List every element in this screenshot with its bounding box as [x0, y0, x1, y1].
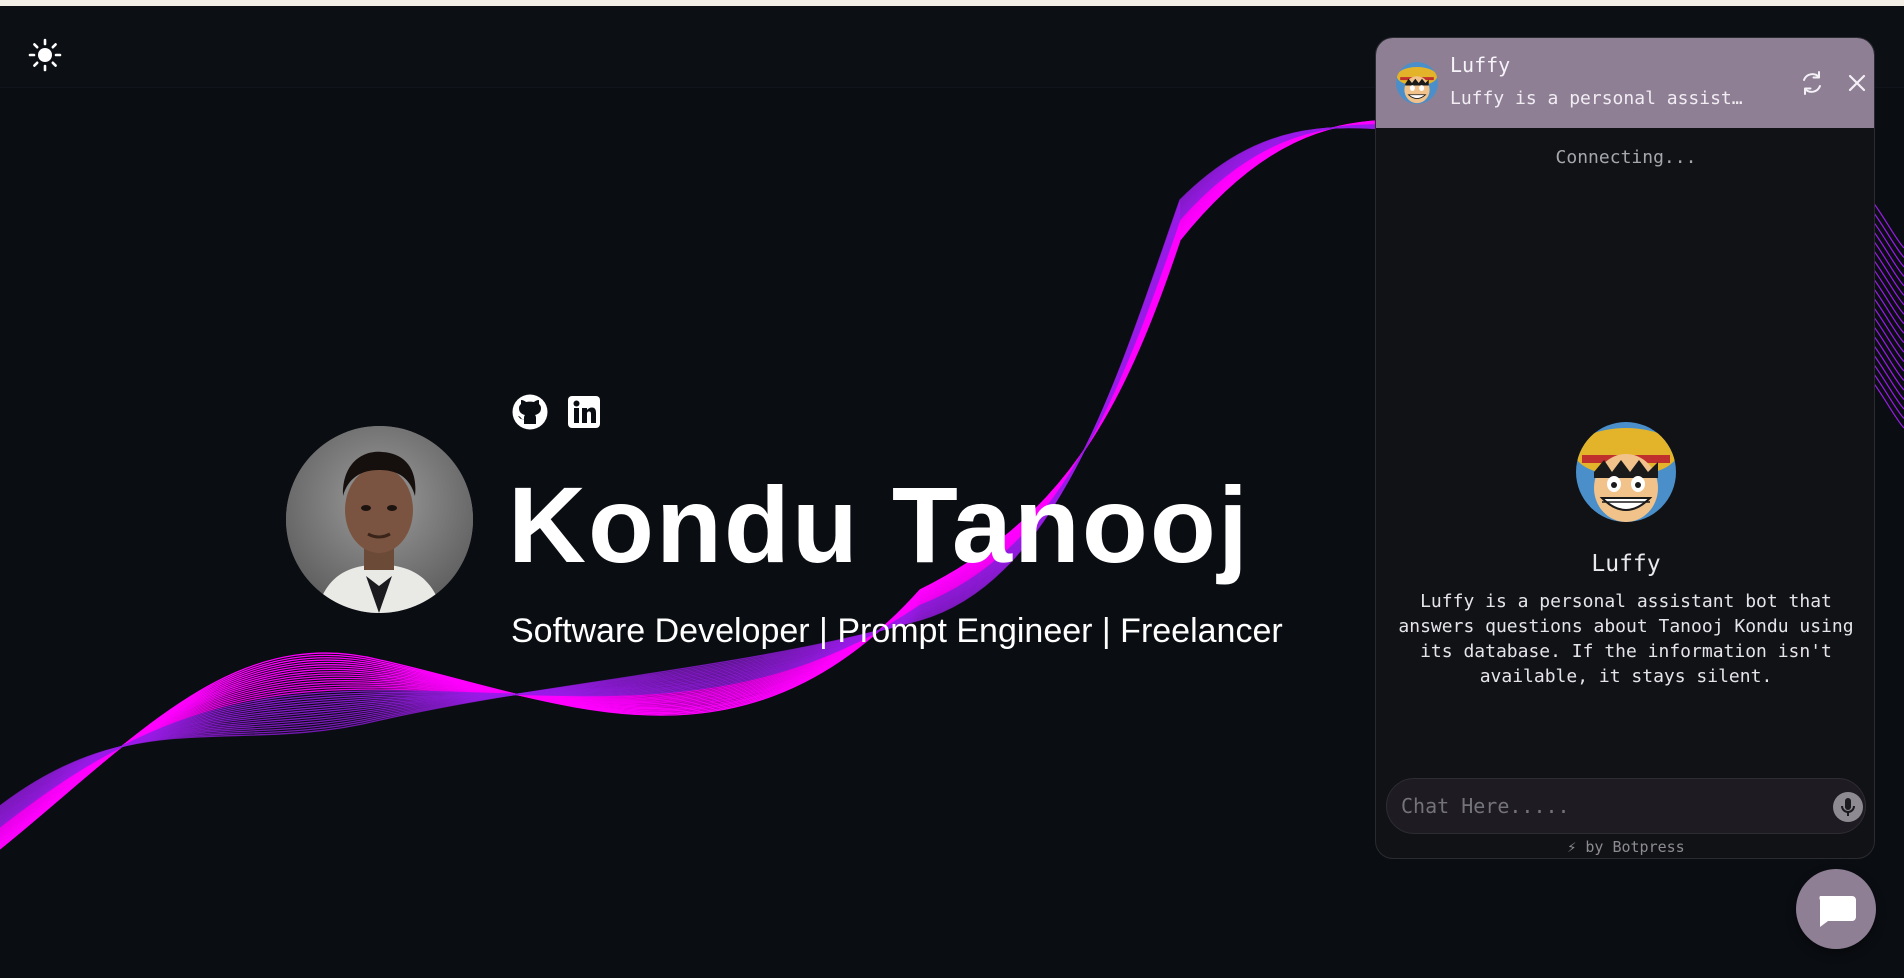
- microphone-icon: [1841, 798, 1855, 816]
- bot-avatar-large: [1576, 422, 1676, 522]
- bot-description: Luffy is a personal assistant bot that a…: [1398, 591, 1854, 687]
- chat-widget: Luffy Luffy is a personal assistant bot …: [1375, 37, 1875, 859]
- profile-photo: [286, 426, 473, 613]
- connection-status: Connecting...: [1555, 147, 1697, 168]
- microphone-button[interactable]: [1833, 792, 1863, 822]
- social-links: [511, 393, 603, 433]
- chat-bubble-icon: [1819, 896, 1856, 927]
- chat-input-box: [1386, 778, 1866, 834]
- chat-launcher-button[interactable]: [1796, 869, 1876, 949]
- hero-name: Kondu Tanooj: [508, 464, 1250, 585]
- sun-icon[interactable]: [28, 38, 62, 72]
- hero-subtitle: Software Developer | Prompt Engineer | F…: [511, 612, 1283, 650]
- bot-avatar-small: [1396, 62, 1438, 104]
- chat-description: Luffy is a personal assistant bot that a…: [1450, 88, 1748, 109]
- refresh-icon[interactable]: [1798, 69, 1826, 97]
- close-icon[interactable]: [1843, 69, 1871, 97]
- bot-name: Luffy: [1591, 551, 1661, 577]
- chat-header: Luffy Luffy is a personal assistant bot …: [1376, 38, 1874, 128]
- linkedin-icon[interactable]: [565, 393, 603, 431]
- chat-input[interactable]: [1401, 779, 1801, 833]
- powered-by-botpress[interactable]: ⚡ by Botpress: [1376, 838, 1874, 856]
- github-icon[interactable]: [511, 393, 549, 431]
- chat-title: Luffy: [1450, 53, 1511, 77]
